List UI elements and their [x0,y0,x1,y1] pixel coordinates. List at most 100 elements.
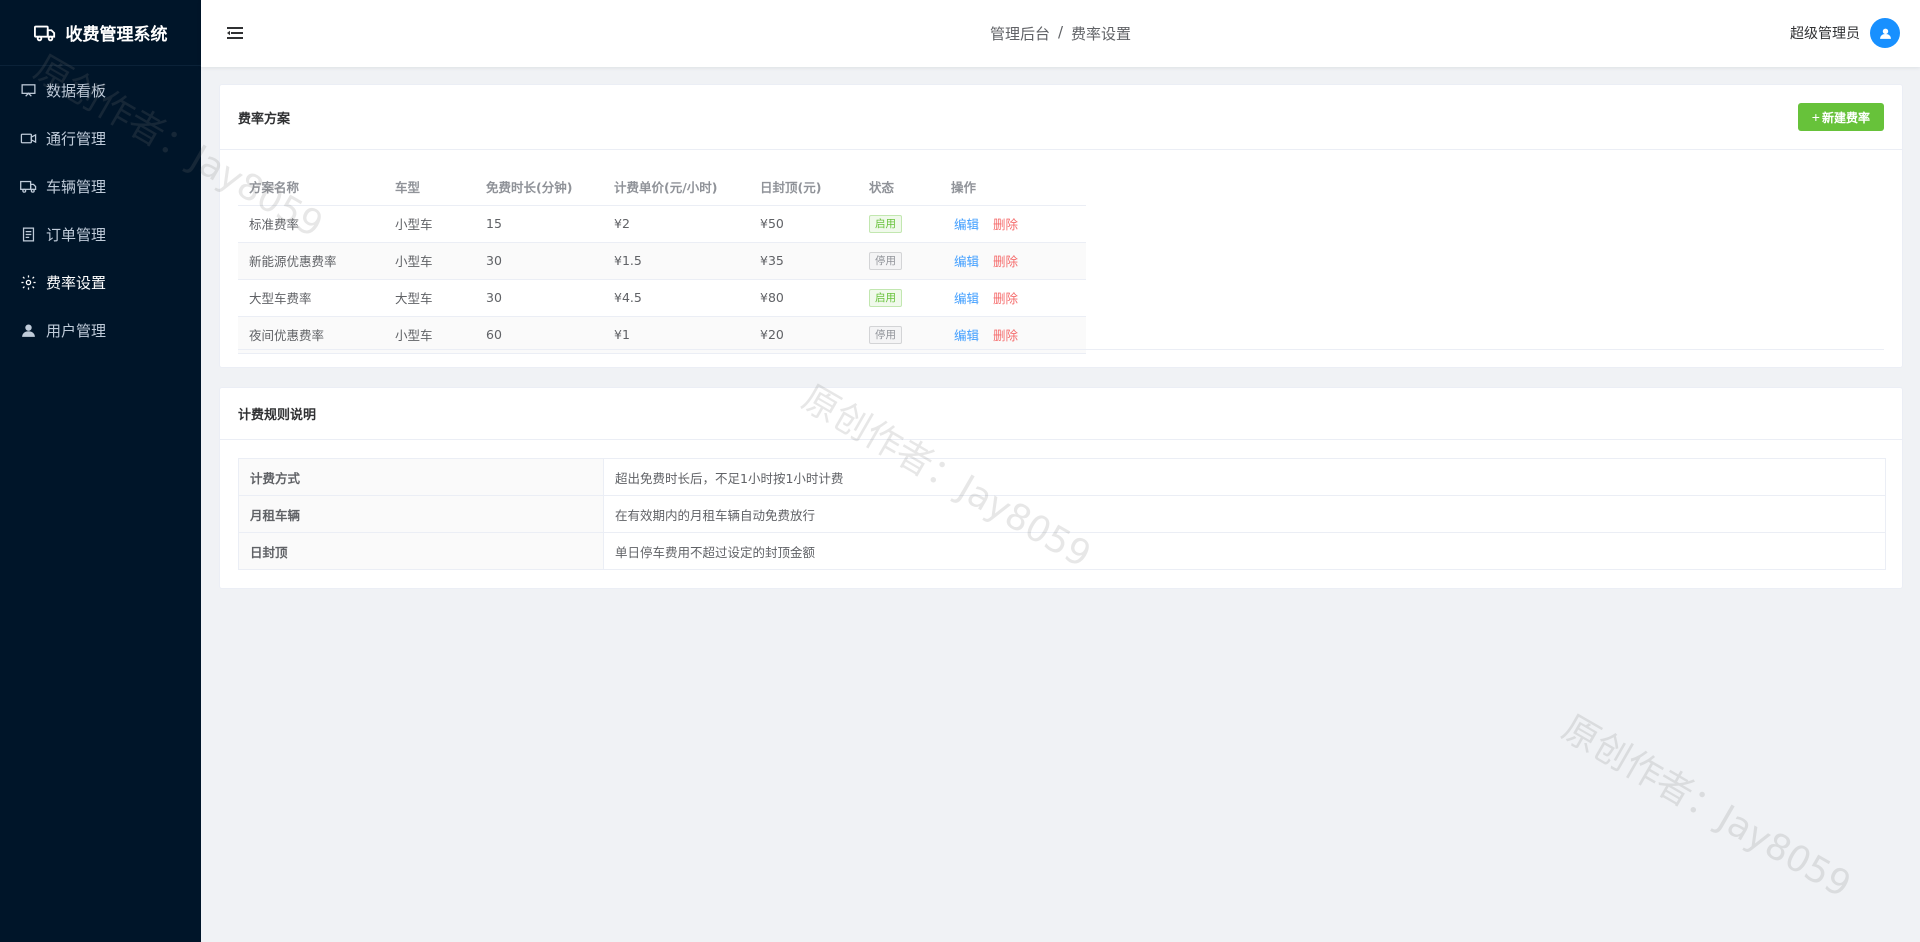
actions-cell: 编辑 删除 [940,316,1086,354]
actions-cell: 编辑 删除 [940,242,1086,280]
status-cell: 启用 [858,279,940,317]
rule-value: 超出免费时长后，不足1小时按1小时计费 [603,458,1886,496]
rate-name: 夜间优惠费率 [238,316,384,354]
brand-title: 收费管理系统 [65,25,168,45]
sidebar-item-vehicles[interactable]: 车辆管理 [0,162,201,210]
table-row: 大型车费率 大型车 30 ¥4.5 ¥80 启用 编辑 删除 [238,279,1086,317]
rate-plan-card: 费率方案 + 新建费率 方案名称 车型 免费时长(分钟) 计费单价(元/小时) … [219,84,1903,368]
sidebar-item-traffic[interactable]: 通行管理 [0,114,201,162]
table-row: 月租车辆 在有效期内的月租车辆自动免费放行 [238,495,1886,533]
unit-price: ¥1.5 [603,242,749,280]
card-title: 计费规则说明 [238,408,317,423]
sidebar-item-orders[interactable]: 订单管理 [0,210,201,258]
sidebar-item-label: 费率设置 [46,273,107,292]
sidebar-item-label: 数据看板 [46,81,107,100]
table-row: 标准费率 小型车 15 ¥2 ¥50 启用 编辑 删除 [238,205,1086,243]
free-minutes: 30 [475,242,603,280]
rules-table: 计费方式 超出免费时长后，不足1小时按1小时计费 月租车辆 在有效期内的月租车辆… [238,458,1886,570]
edit-button[interactable]: 编辑 [954,291,979,306]
rule-key: 日封顶 [238,532,604,570]
column-header[interactable]: 状态 [858,169,940,206]
vehicle-type: 大型车 [384,279,475,317]
status-cell: 停用 [858,242,940,280]
user-icon [20,322,37,339]
breadcrumb: 管理后台 / 费率设置 [990,23,1131,44]
plus-icon: + [1811,109,1820,125]
status-cell: 启用 [858,205,940,243]
column-header[interactable]: 方案名称 [238,169,384,206]
table-row: 计费方式 超出免费时长后，不足1小时按1小时计费 [238,458,1886,496]
edit-button[interactable]: 编辑 [954,254,979,269]
breadcrumb-separator: / [1057,23,1064,41]
document-icon [20,226,37,243]
column-header[interactable]: 计费单价(元/小时) [603,169,749,206]
actions-cell: 编辑 删除 [940,279,1086,317]
gear-icon [20,274,37,291]
card-header: 费率方案 + 新建费率 [220,85,1902,150]
rate-name: 标准费率 [238,205,384,243]
daily-cap: ¥80 [749,279,858,317]
brand[interactable]: 收费管理系统 [0,0,201,66]
breadcrumb-home[interactable]: 管理后台 [990,23,1050,44]
edit-button[interactable]: 编辑 [954,328,979,343]
billing-rules-card: 计费规则说明 计费方式 超出免费时长后，不足1小时按1小时计费 月租车辆 在有效… [219,387,1903,589]
sidebar-item-label: 通行管理 [46,129,107,148]
status-cell: 停用 [858,316,940,354]
avatar[interactable] [1870,18,1900,48]
sidebar-item-dashboard[interactable]: 数据看板 [0,66,201,114]
column-header[interactable]: 免费时长(分钟) [475,169,603,206]
unit-price: ¥1 [603,316,749,354]
sidebar-item-rates[interactable]: 费率设置 [0,258,201,306]
sidebar-item-label: 车辆管理 [46,177,107,196]
vehicle-type: 小型车 [384,242,475,280]
status-badge: 停用 [869,251,902,270]
rate-name: 大型车费率 [238,279,384,317]
daily-cap: ¥50 [749,205,858,243]
table-bottom-divider [238,349,1884,350]
menu-toggle-icon[interactable] [225,23,245,43]
sidebar: 收费管理系统 数据看板 通行管理 车辆管理 订单管理 费率设置 用户管理 [0,0,201,942]
status-badge: 启用 [869,214,902,233]
unit-price: ¥4.5 [603,279,749,317]
user-menu[interactable]: 超级管理员 [1790,18,1900,48]
vehicle-type: 小型车 [384,205,475,243]
status-badge: 停用 [869,325,902,344]
table-header-row: 方案名称 车型 免费时长(分钟) 计费单价(元/小时) 日封顶(元) 状态 操作 [238,169,1086,206]
new-rate-label: 新建费率 [1821,110,1870,125]
table-row: 新能源优惠费率 小型车 30 ¥1.5 ¥35 停用 编辑 删除 [238,242,1086,280]
vehicle-type: 小型车 [384,316,475,354]
user-icon [1879,28,1891,39]
daily-cap: ¥35 [749,242,858,280]
video-camera-icon [20,130,37,147]
column-header[interactable]: 操作 [940,169,1086,206]
free-minutes: 60 [475,316,603,354]
new-rate-button[interactable]: + 新建费率 [1797,103,1884,131]
card-title: 费率方案 [238,111,291,127]
rule-key: 计费方式 [238,458,604,496]
delete-button[interactable]: 删除 [993,254,1018,269]
status-badge: 启用 [869,288,902,307]
delete-button[interactable]: 删除 [993,328,1018,343]
column-header[interactable]: 日封顶(元) [749,169,858,206]
truck-icon [20,178,37,195]
sidebar-item-label: 订单管理 [46,225,107,244]
watermark: 原创作者：Jay8059 [1555,707,1858,907]
sidebar-item-users[interactable]: 用户管理 [0,306,201,354]
breadcrumb-current: 费率设置 [1071,25,1132,43]
truck-icon [33,22,56,44]
rule-value: 单日停车费用不超过设定的封顶金额 [603,532,1886,570]
sidebar-item-label: 用户管理 [46,321,107,340]
edit-button[interactable]: 编辑 [954,217,979,232]
card-header: 计费规则说明 [220,388,1902,440]
rule-key: 月租车辆 [238,495,604,533]
top-header: 管理后台 / 费率设置 超级管理员 [201,0,1920,67]
column-header[interactable]: 车型 [384,169,475,206]
rate-name: 新能源优惠费率 [238,242,384,280]
presentation-icon [20,82,37,99]
rate-table: 方案名称 车型 免费时长(分钟) 计费单价(元/小时) 日封顶(元) 状态 操作… [238,169,1086,354]
free-minutes: 30 [475,279,603,317]
delete-button[interactable]: 删除 [993,291,1018,306]
delete-button[interactable]: 删除 [993,217,1018,232]
username: 超级管理员 [1790,26,1860,42]
actions-cell: 编辑 删除 [940,205,1086,243]
